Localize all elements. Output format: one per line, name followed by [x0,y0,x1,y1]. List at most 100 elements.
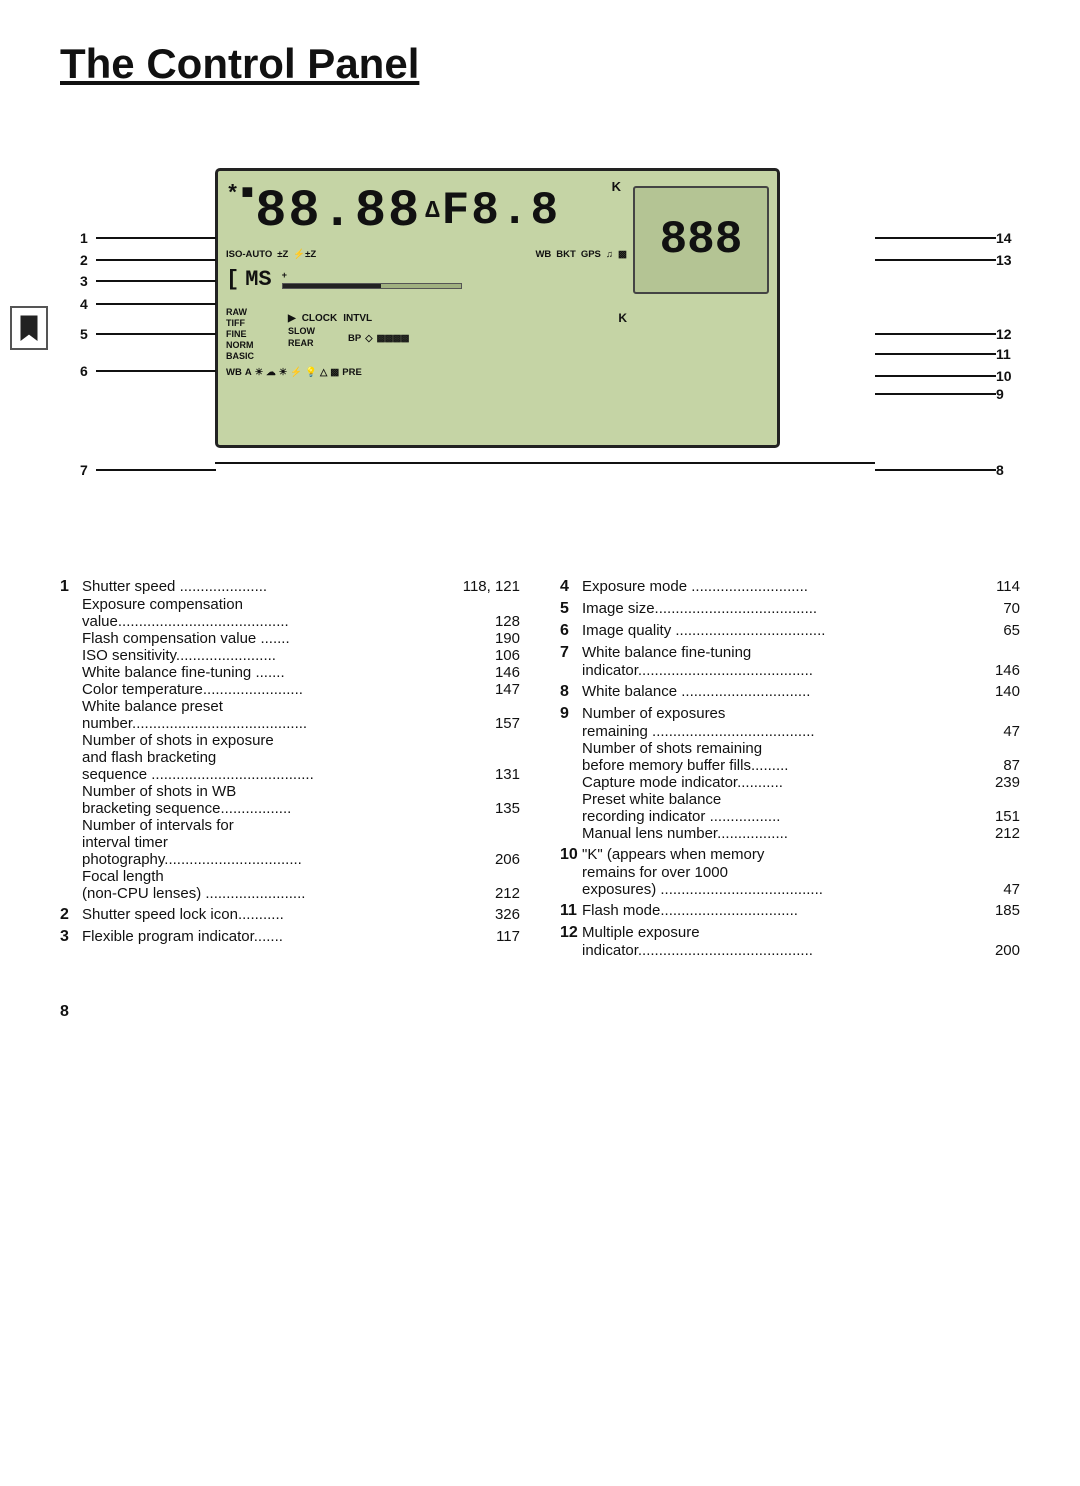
lcd-aperture-value: F8.8 [442,185,560,237]
entry-num-8: 8 [560,683,582,701]
lcd-bulb-icon: 💡 [305,367,317,378]
lcd-bp-label: BP [348,333,361,344]
callout-3: 3 [80,273,216,289]
lcd-wb-a: A [245,367,252,378]
lcd-wb-label: WB [535,249,551,260]
callout-14: 14 [875,230,1020,246]
entry-num-12: 12 [560,924,582,942]
callout-12: 12 [875,326,1020,342]
lcd-flash-icon: ⚡±Z [293,249,316,260]
lcd-gps-label: GPS [581,249,601,260]
entry-4: 4 Exposure mode ........................… [560,578,1020,596]
lcd-main-value: 88.88 [255,182,421,241]
lcd-ev-icon: ±Z [277,249,288,260]
lcd-iso-label: ISO-AUTO [226,249,272,260]
lcd-raw: RAW [226,307,254,317]
lcd-tiff: TIFF [226,318,254,328]
lcd-lock-icon: ■ [241,182,255,205]
number-of-intervals-label: Number of intervals for [82,817,520,834]
lcd-flash-wb-icon: ⚡ [290,367,302,378]
lcd-intvl-label: INTVL [343,313,372,324]
bottom-line [215,462,875,464]
lcd-content: * ■ 88.88 Δ F8.8 K 888 ISO-AUTO ±Z ⚡±Z W… [218,171,777,445]
lcd-note-icon: ♫ [606,249,613,260]
entry-num-2: 2 [60,906,82,924]
lcd-rear: REAR [288,338,315,348]
content-area: 1 Shutter speed ..................... 11… [60,578,1020,963]
entry-num-10: 10 [560,846,582,864]
entry-7: 7 White balance fine-tuning indicator...… [560,644,1020,679]
lcd-d-icon: ◇ [365,333,372,344]
lcd-iso-row: ISO-AUTO ±Z ⚡±Z WB BKT GPS ♫ ▩ [226,249,627,260]
lcd-bkt-label: BKT [556,249,576,260]
entry-11: 11 Flash mode...........................… [560,902,1020,920]
entry-12: 12 Multiple exposure indicator..........… [560,924,1020,959]
callout-5: 5 [80,326,216,342]
entry-num-5: 5 [560,600,582,618]
entry-1: 1 Shutter speed ..................... 11… [60,578,520,902]
lcd-ms-row: [ MS + [226,267,462,292]
callout-1: 1 [80,230,216,246]
callout-9: 9 [875,386,1020,402]
callout-4: 4 [80,296,216,312]
lcd-fine: FINE [226,329,254,339]
callout-13: 13 [875,252,1020,268]
entry-5: 5 Image size............................… [560,600,1020,618]
callout-6: 6 [80,363,216,379]
callout-7: 7 [80,462,216,478]
lcd-ms-bracket: [ [226,267,239,292]
lcd-wb-row: WB A ☀ ☁ ☀ ⚡ 💡 △ ▩ PRE [226,367,627,378]
page-number: 8 [60,1003,1020,1021]
page-title: The Control Panel [60,40,1020,88]
lcd-sync-col: SLOW REAR [288,326,315,348]
entry-2: 2 Shutter speed lock icon........... 326 [60,906,520,924]
entry-num-3: 3 [60,928,82,946]
lcd-basic: BASIC [226,351,254,361]
right-column: 4 Exposure mode ........................… [560,578,1020,963]
lcd-cloudy-icon: ☁ [266,367,276,378]
entry-num-4: 4 [560,578,582,596]
callout-11: 11 [875,346,1020,362]
entry-num-11: 11 [560,902,582,920]
lcd-sub-display: 888 [633,186,769,294]
entry-num-9: 9 [560,705,582,723]
clock-icon: ▶ [288,313,296,324]
callout-2: 2 [80,252,216,268]
lcd-screen-icon: ▩ [618,249,627,260]
lcd-shade-icon: ☀ [279,367,288,378]
lcd-panel: * ■ 88.88 Δ F8.8 K 888 ISO-AUTO ±Z ⚡±Z W… [215,168,780,448]
lcd-quality-col: RAW TIFF FINE NORM BASIC [226,307,254,361]
lcd-k-right: K [618,311,627,325]
lcd-bp-row: BP ◇ ▩▩▩▩ [348,333,627,344]
lcd-k-top: K [612,179,621,194]
lcd-pre-label: PRE [342,367,362,378]
lcd-delta-symbol: Δ [425,198,441,225]
lcd-clock-row: ▶ CLOCK INTVL K [288,311,627,325]
entry-num-6: 6 [560,622,582,640]
lcd-wb-icon: WB [226,367,242,378]
lcd-sun-icon: ☀ [255,367,264,378]
entry-num-7: 7 [560,644,582,662]
lcd-bar-label: + [282,271,462,289]
entry-10: 10 "K" (appears when memory remains for … [560,846,1020,898]
lcd-clock-label: CLOCK [302,313,338,324]
lcd-ms-label: MS [245,267,271,292]
sidebar-bookmark-icon [10,306,48,350]
diagram-section: * ■ 88.88 Δ F8.8 K 888 ISO-AUTO ±Z ⚡±Z W… [60,118,1020,538]
lcd-main-display: * ■ 88.88 Δ F8.8 [226,176,627,246]
lcd-star: * [226,182,241,207]
entry-8: 8 White balance ........................… [560,683,1020,701]
lcd-fluorescent-icon: △ [320,367,327,378]
lcd-norm: NORM [226,340,254,350]
entry-9: 9 Number of exposures remaining ........… [560,705,1020,842]
lcd-custom-icon: ▩ [330,367,339,378]
lcd-slow: SLOW [288,326,315,336]
entry-6: 6 Image quality ........................… [560,622,1020,640]
entry-num-1: 1 [60,578,82,596]
number-of-shots-remaining-label: Number of shots remaining [582,740,1020,757]
lcd-hatch-pattern: ▩▩▩▩ [377,333,409,344]
entry-3: 3 Flexible program indicator....... 117 [60,928,520,946]
callout-10: 10 [875,368,1020,384]
callout-8: 8 [875,462,1020,478]
left-column: 1 Shutter speed ..................... 11… [60,578,520,963]
